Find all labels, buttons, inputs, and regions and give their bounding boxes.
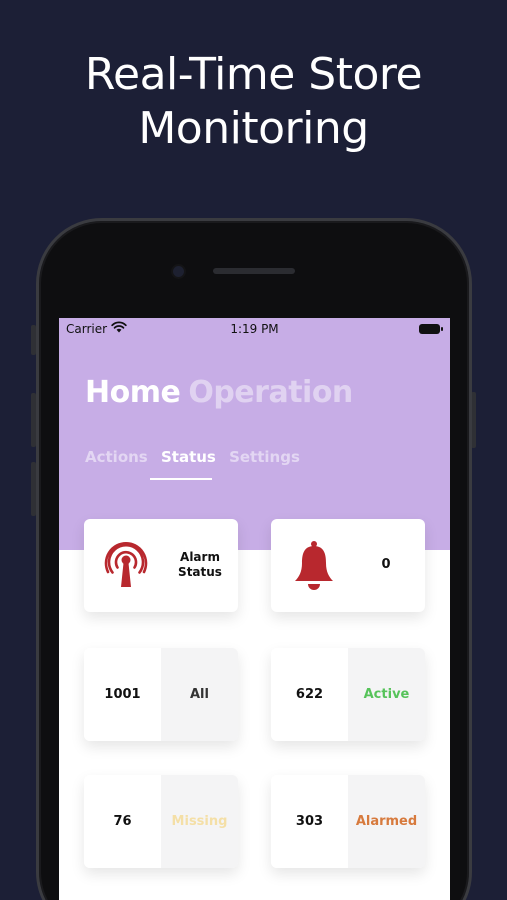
missing-tags-card[interactable]: 76 Missing bbox=[84, 775, 238, 868]
title-operation[interactable]: Operation bbox=[188, 375, 353, 410]
bell-icon bbox=[295, 541, 333, 590]
headline-line-1: Real-Time Store bbox=[84, 49, 423, 100]
alarm-status-card[interactable]: Alarm Status bbox=[84, 519, 238, 612]
status-bar: Carrier 1:19 PM bbox=[59, 318, 450, 340]
all-tags-card[interactable]: 1001 All bbox=[84, 648, 238, 741]
missing-count: 76 bbox=[84, 775, 161, 868]
clock: 1:19 PM bbox=[230, 322, 279, 336]
title-home[interactable]: Home bbox=[85, 375, 181, 410]
header-background bbox=[59, 318, 450, 550]
active-tags-card[interactable]: 622 Active bbox=[271, 648, 425, 741]
all-label: All bbox=[161, 648, 238, 741]
tab-settings[interactable]: Settings bbox=[229, 448, 300, 466]
tab-bar: Actions Status Settings bbox=[85, 448, 308, 466]
page-title: Home Operation bbox=[85, 375, 353, 410]
alarm-status-label-line-2: Status bbox=[178, 565, 222, 579]
app-screen: Carrier 1:19 PM Home Operation Actions St… bbox=[59, 318, 450, 900]
headline: Real-Time Store Monitoring bbox=[0, 48, 507, 156]
alarm-count-value: 0 bbox=[381, 557, 391, 572]
tab-status[interactable]: Status bbox=[161, 448, 216, 466]
earpiece-speaker bbox=[213, 268, 295, 274]
alarm-status-label-line-1: Alarm bbox=[180, 550, 220, 564]
missing-label: Missing bbox=[161, 775, 238, 868]
active-count: 622 bbox=[271, 648, 348, 741]
alarm-count-card[interactable]: 0 bbox=[271, 519, 425, 612]
alarm-status-label: Alarm Status bbox=[170, 550, 230, 580]
active-label: Active bbox=[348, 648, 425, 741]
active-tab-indicator bbox=[150, 478, 212, 480]
alarmed-label: Alarmed bbox=[348, 775, 425, 868]
alarm-tower-icon bbox=[104, 541, 148, 587]
alarmed-tags-card[interactable]: 303 Alarmed bbox=[271, 775, 425, 868]
headline-line-2: Monitoring bbox=[138, 103, 369, 154]
all-count: 1001 bbox=[84, 648, 161, 741]
front-camera bbox=[173, 266, 184, 277]
tab-actions[interactable]: Actions bbox=[85, 448, 148, 466]
battery-icon bbox=[419, 324, 443, 334]
alarmed-count: 303 bbox=[271, 775, 348, 868]
